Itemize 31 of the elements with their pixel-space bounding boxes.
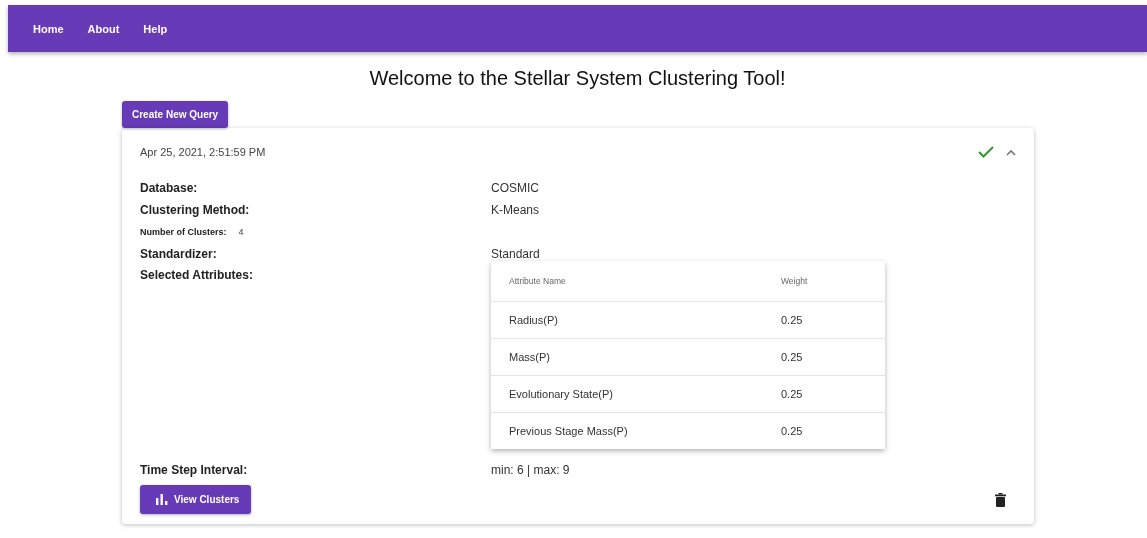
table-cell-text: Radius(P)	[509, 314, 559, 326]
query-timestamp: Apr 25, 2021, 2:51:59 PM	[140, 146, 266, 158]
field-value: 4	[238, 227, 244, 237]
page-title: Welcome to the Stellar System Clustering Tool!	[368, 67, 787, 91]
table-cell-text: Evolutionary State(P)	[509, 388, 614, 400]
create-query-button[interactable]: Create New Query	[122, 101, 229, 128]
table-cell: 0.25	[781, 351, 803, 363]
table-cell-text: Previous Stage Mass(P)	[509, 425, 629, 437]
view-clusters-button[interactable]: View Clusters	[140, 485, 252, 514]
field-value: Standard	[491, 247, 540, 261]
trash-icon[interactable]	[995, 492, 1006, 507]
field-label: Time Step Interval:	[140, 463, 249, 477]
nav-link[interactable]: Help	[143, 22, 168, 35]
column-header: Attribute Name	[509, 276, 567, 286]
table-cell-text: Mass(P)	[509, 351, 551, 363]
field-value: K-Means	[491, 203, 540, 217]
field-label: Clustering Method:	[140, 203, 251, 217]
field-label: Selected Attributes:	[140, 268, 254, 282]
chevron-icon[interactable]	[1006, 148, 1016, 156]
table-cell: 0.25	[781, 314, 803, 326]
field-value: COSMIC	[491, 181, 539, 195]
nav-link[interactable]: Home	[33, 22, 64, 35]
nav-link[interactable]: About	[87, 22, 120, 35]
field-value: min: 6 | max: 9	[491, 463, 570, 477]
field-label: Standardizer:	[140, 247, 218, 261]
bar-chart-icon	[156, 494, 168, 505]
field-label: Number of Clusters:	[140, 227, 227, 237]
table-cell: 0.25	[781, 425, 803, 437]
field-label: Database:	[140, 181, 199, 195]
column-header: Weight	[781, 276, 808, 286]
table-cell: 0.25	[781, 388, 803, 400]
